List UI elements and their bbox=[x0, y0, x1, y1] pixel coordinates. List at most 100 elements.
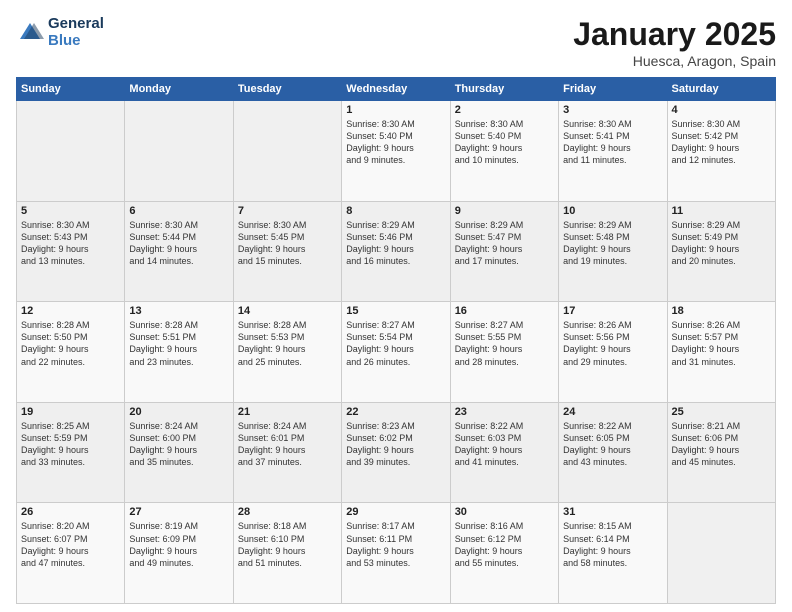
calendar-cell: 30 Sunrise: 8:16 AM Sunset: 6:12 PM Dayli… bbox=[450, 503, 558, 604]
cell-content: Sunrise: 8:29 AM Sunset: 5:47 PM Dayligh… bbox=[455, 219, 554, 268]
day-number: 31 bbox=[563, 506, 662, 518]
calendar-day-header: Thursday bbox=[450, 78, 558, 101]
cell-content: Sunrise: 8:19 AM Sunset: 6:09 PM Dayligh… bbox=[129, 520, 228, 569]
cell-content: Sunrise: 8:16 AM Sunset: 6:12 PM Dayligh… bbox=[455, 520, 554, 569]
calendar-cell: 4 Sunrise: 8:30 AM Sunset: 5:42 PM Daylig… bbox=[667, 101, 775, 202]
calendar-cell: 23 Sunrise: 8:22 AM Sunset: 6:03 PM Dayli… bbox=[450, 402, 558, 503]
day-number: 9 bbox=[455, 205, 554, 217]
calendar-cell: 7Sunrise: 8:30 AM Sunset: 5:45 PM Daylig… bbox=[233, 201, 341, 302]
cell-content: Sunrise: 8:26 AM Sunset: 5:57 PM Dayligh… bbox=[672, 319, 771, 368]
cell-content: Sunrise: 8:24 AM Sunset: 6:01 PM Dayligh… bbox=[238, 420, 337, 469]
calendar-cell bbox=[125, 101, 233, 202]
page: General Blue January 2025 Huesca, Aragon… bbox=[0, 0, 792, 612]
day-number: 30 bbox=[455, 506, 554, 518]
day-number: 19 bbox=[21, 406, 120, 418]
calendar-cell: 9 Sunrise: 8:29 AM Sunset: 5:47 PM Daylig… bbox=[450, 201, 558, 302]
cell-content: Sunrise: 8:30 AM Sunset: 5:40 PM Dayligh… bbox=[346, 118, 445, 167]
cell-content: Sunrise: 8:21 AM Sunset: 6:06 PM Dayligh… bbox=[672, 420, 771, 469]
calendar-day-header: Saturday bbox=[667, 78, 775, 101]
cell-content: Sunrise: 8:30 AM Sunset: 5:42 PM Dayligh… bbox=[672, 118, 771, 167]
calendar-cell: 29 Sunrise: 8:17 AM Sunset: 6:11 PM Dayli… bbox=[342, 503, 450, 604]
calendar-cell: 5 Sunrise: 8:30 AM Sunset: 5:43 PM Daylig… bbox=[17, 201, 125, 302]
day-number: 28 bbox=[238, 506, 337, 518]
day-number: 21 bbox=[238, 406, 337, 418]
header: General Blue January 2025 Huesca, Aragon… bbox=[16, 16, 776, 69]
cell-content: Sunrise: 8:28 AM Sunset: 5:50 PM Dayligh… bbox=[21, 319, 120, 368]
cell-content: Sunrise: 8:28 AM Sunset: 5:53 PM Dayligh… bbox=[238, 319, 337, 368]
calendar-header-row: SundayMondayTuesdayWednesdayThursdayFrid… bbox=[17, 78, 776, 101]
cell-content: Sunrise: 8:30 AM Sunset: 5:41 PM Dayligh… bbox=[563, 118, 662, 167]
day-number: 23 bbox=[455, 406, 554, 418]
main-title: January 2025 bbox=[573, 16, 776, 53]
cell-content: Sunrise: 8:29 AM Sunset: 5:48 PM Dayligh… bbox=[563, 219, 662, 268]
calendar-cell: 15Sunrise: 8:27 AM Sunset: 5:54 PM Dayli… bbox=[342, 302, 450, 403]
cell-content: Sunrise: 8:30 AM Sunset: 5:45 PM Dayligh… bbox=[238, 219, 337, 268]
calendar-cell: 13 Sunrise: 8:28 AM Sunset: 5:51 PM Dayli… bbox=[125, 302, 233, 403]
calendar-cell: 11 Sunrise: 8:29 AM Sunset: 5:49 PM Dayli… bbox=[667, 201, 775, 302]
day-number: 2 bbox=[455, 104, 554, 116]
calendar-week-row: 1 Sunrise: 8:30 AM Sunset: 5:40 PM Daylig… bbox=[17, 101, 776, 202]
calendar-cell: 31 Sunrise: 8:15 AM Sunset: 6:14 PM Dayli… bbox=[559, 503, 667, 604]
calendar-week-row: 12 Sunrise: 8:28 AM Sunset: 5:50 PM Dayli… bbox=[17, 302, 776, 403]
day-number: 22 bbox=[346, 406, 445, 418]
cell-content: Sunrise: 8:30 AM Sunset: 5:44 PM Dayligh… bbox=[129, 219, 228, 268]
calendar-cell: 21 Sunrise: 8:24 AM Sunset: 6:01 PM Dayli… bbox=[233, 402, 341, 503]
logo: General Blue bbox=[16, 16, 104, 49]
calendar-day-header: Tuesday bbox=[233, 78, 341, 101]
day-number: 15 bbox=[346, 305, 445, 317]
cell-content: Sunrise: 8:23 AM Sunset: 6:02 PM Dayligh… bbox=[346, 420, 445, 469]
day-number: 16 bbox=[455, 305, 554, 317]
cell-content: Sunrise: 8:25 AM Sunset: 5:59 PM Dayligh… bbox=[21, 420, 120, 469]
calendar-day-header: Friday bbox=[559, 78, 667, 101]
calendar-cell: 16Sunrise: 8:27 AM Sunset: 5:55 PM Dayli… bbox=[450, 302, 558, 403]
calendar-table: SundayMondayTuesdayWednesdayThursdayFrid… bbox=[16, 77, 776, 604]
calendar-week-row: 19 Sunrise: 8:25 AM Sunset: 5:59 PM Dayli… bbox=[17, 402, 776, 503]
calendar-cell: 14 Sunrise: 8:28 AM Sunset: 5:53 PM Dayli… bbox=[233, 302, 341, 403]
day-number: 3 bbox=[563, 104, 662, 116]
calendar-cell: 24 Sunrise: 8:22 AM Sunset: 6:05 PM Dayli… bbox=[559, 402, 667, 503]
day-number: 12 bbox=[21, 305, 120, 317]
cell-content: Sunrise: 8:15 AM Sunset: 6:14 PM Dayligh… bbox=[563, 520, 662, 569]
cell-content: Sunrise: 8:18 AM Sunset: 6:10 PM Dayligh… bbox=[238, 520, 337, 569]
calendar-cell: 20 Sunrise: 8:24 AM Sunset: 6:00 PM Dayli… bbox=[125, 402, 233, 503]
day-number: 10 bbox=[563, 205, 662, 217]
calendar-day-header: Wednesday bbox=[342, 78, 450, 101]
logo-icon bbox=[16, 19, 44, 47]
day-number: 18 bbox=[672, 305, 771, 317]
cell-content: Sunrise: 8:26 AM Sunset: 5:56 PM Dayligh… bbox=[563, 319, 662, 368]
day-number: 1 bbox=[346, 104, 445, 116]
calendar-week-row: 5 Sunrise: 8:30 AM Sunset: 5:43 PM Daylig… bbox=[17, 201, 776, 302]
day-number: 20 bbox=[129, 406, 228, 418]
day-number: 5 bbox=[21, 205, 120, 217]
day-number: 4 bbox=[672, 104, 771, 116]
day-number: 13 bbox=[129, 305, 228, 317]
day-number: 14 bbox=[238, 305, 337, 317]
cell-content: Sunrise: 8:28 AM Sunset: 5:51 PM Dayligh… bbox=[129, 319, 228, 368]
cell-content: Sunrise: 8:22 AM Sunset: 6:03 PM Dayligh… bbox=[455, 420, 554, 469]
cell-content: Sunrise: 8:29 AM Sunset: 5:46 PM Dayligh… bbox=[346, 219, 445, 268]
day-number: 11 bbox=[672, 205, 771, 217]
calendar-cell bbox=[17, 101, 125, 202]
cell-content: Sunrise: 8:30 AM Sunset: 5:40 PM Dayligh… bbox=[455, 118, 554, 167]
calendar-cell: 27Sunrise: 8:19 AM Sunset: 6:09 PM Dayli… bbox=[125, 503, 233, 604]
logo-text: General Blue bbox=[48, 16, 104, 49]
cell-content: Sunrise: 8:30 AM Sunset: 5:43 PM Dayligh… bbox=[21, 219, 120, 268]
cell-content: Sunrise: 8:29 AM Sunset: 5:49 PM Dayligh… bbox=[672, 219, 771, 268]
day-number: 29 bbox=[346, 506, 445, 518]
calendar-day-header: Monday bbox=[125, 78, 233, 101]
calendar-cell: 6 Sunrise: 8:30 AM Sunset: 5:44 PM Daylig… bbox=[125, 201, 233, 302]
day-number: 25 bbox=[672, 406, 771, 418]
cell-content: Sunrise: 8:22 AM Sunset: 6:05 PM Dayligh… bbox=[563, 420, 662, 469]
calendar-week-row: 26Sunrise: 8:20 AM Sunset: 6:07 PM Dayli… bbox=[17, 503, 776, 604]
cell-content: Sunrise: 8:17 AM Sunset: 6:11 PM Dayligh… bbox=[346, 520, 445, 569]
calendar-cell: 3 Sunrise: 8:30 AM Sunset: 5:41 PM Daylig… bbox=[559, 101, 667, 202]
calendar-cell: 19 Sunrise: 8:25 AM Sunset: 5:59 PM Dayli… bbox=[17, 402, 125, 503]
calendar-cell: 1 Sunrise: 8:30 AM Sunset: 5:40 PM Daylig… bbox=[342, 101, 450, 202]
calendar-cell bbox=[233, 101, 341, 202]
calendar-day-header: Sunday bbox=[17, 78, 125, 101]
day-number: 6 bbox=[129, 205, 228, 217]
calendar-cell: 17Sunrise: 8:26 AM Sunset: 5:56 PM Dayli… bbox=[559, 302, 667, 403]
day-number: 24 bbox=[563, 406, 662, 418]
cell-content: Sunrise: 8:20 AM Sunset: 6:07 PM Dayligh… bbox=[21, 520, 120, 569]
cell-content: Sunrise: 8:24 AM Sunset: 6:00 PM Dayligh… bbox=[129, 420, 228, 469]
